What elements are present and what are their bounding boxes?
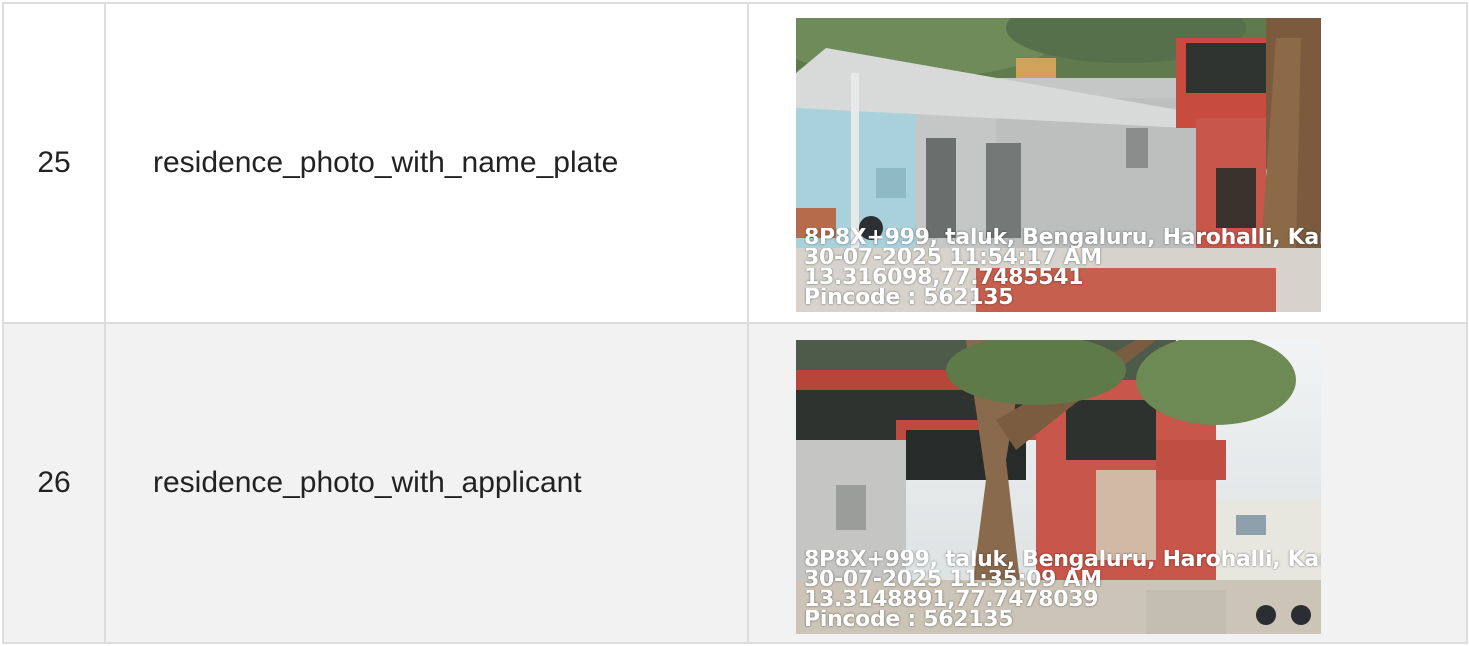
table-row: 25 residence_photo_with_name_plate 8P8X+…: [2, 2, 1468, 324]
geo-stamp: 8P8X+999, taluk, Bengaluru, Harohalli, K…: [804, 228, 1321, 308]
stamp-address: 8P8X+999, taluk, Bengaluru, Harohalli, K…: [804, 550, 1321, 570]
field-name: residence_photo_with_applicant: [104, 322, 749, 644]
residence-photo[interactable]: 8P8X+999, taluk, Bengaluru, Harohalli, K…: [796, 18, 1321, 312]
stamp-pincode: Pincode : 562135: [804, 288, 1014, 308]
field-name: residence_photo_with_name_plate: [104, 2, 749, 324]
stamp-address: 8P8X+999, taluk, Bengaluru, Harohalli, K…: [804, 228, 1321, 248]
stamp-coordinates: 13.3148891,77.7478039: [804, 590, 1099, 610]
table-row: 26 residence_photo_with_applicant 8P8X+9…: [2, 322, 1468, 644]
stamp-pincode: Pincode : 562135: [804, 610, 1014, 630]
photo-cell: 8P8X+999, taluk, Bengaluru, Harohalli, K…: [747, 2, 1468, 324]
row-number: 25: [2, 2, 106, 324]
stamp-datetime: 30-07-2025 11:35:09 AM: [804, 570, 1102, 590]
residence-photo[interactable]: 8P8X+999, taluk, Bengaluru, Harohalli, K…: [796, 340, 1321, 634]
row-number: 26: [2, 322, 106, 644]
photo-cell: 8P8X+999, taluk, Bengaluru, Harohalli, K…: [747, 322, 1468, 644]
geo-stamp: 8P8X+999, taluk, Bengaluru, Harohalli, K…: [804, 550, 1321, 630]
stamp-coordinates: 13.316098,77.7485541: [804, 268, 1084, 288]
stamp-datetime: 30-07-2025 11:54:17 AM: [804, 248, 1102, 268]
document-table: 25 residence_photo_with_name_plate 8P8X+…: [2, 2, 1468, 644]
